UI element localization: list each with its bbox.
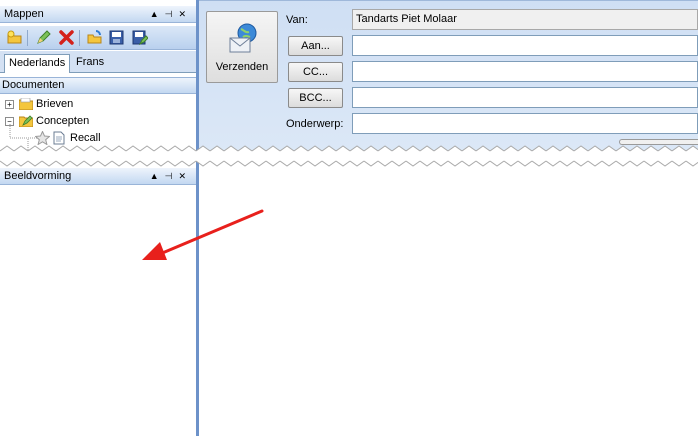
expand-icon[interactable]: + [5, 100, 14, 109]
torn-edge-separator [0, 143, 698, 169]
send-button[interactable]: Verzenden [206, 11, 278, 83]
toolbar-separator [79, 30, 80, 46]
send-button-label: Verzenden [215, 61, 269, 73]
send-mail-icon [229, 23, 257, 53]
close-icon[interactable]: ✕ [178, 9, 192, 19]
save-as-icon[interactable] [131, 29, 148, 46]
tree-item-brieven[interactable]: + Brieven [0, 96, 196, 112]
tab-nederlands[interactable]: Nederlands [4, 54, 71, 73]
tree-item-label: Concepten [36, 115, 90, 127]
language-tabs: Nederlands Frans [0, 51, 196, 73]
panel-controls[interactable]: ▲⊣✕ [150, 6, 192, 22]
mappen-panel-header: Mappen ▲⊣✕ [0, 6, 196, 23]
bcc-button[interactable]: BCC... [288, 88, 343, 108]
van-field: Tandarts Piet Molaar [352, 9, 698, 30]
pin-icon[interactable]: ⊣ [165, 171, 179, 181]
new-folder-icon[interactable] [6, 29, 23, 46]
annotation-arrow-icon [142, 209, 264, 260]
cc-input[interactable] [352, 61, 698, 82]
aan-input[interactable] [352, 35, 698, 56]
tab-frans[interactable]: Frans [72, 54, 108, 73]
panel-controls[interactable]: ▲⊣✕ [150, 168, 192, 184]
close-icon[interactable]: ✕ [178, 171, 192, 181]
beeldvorming-panel-header: Beeldvorming ▲⊣✕ [0, 168, 196, 185]
onderwerp-label: Onderwerp: [286, 118, 344, 130]
toolbar-separator [27, 30, 28, 46]
cc-button[interactable]: CC... [288, 62, 343, 82]
mappen-panel-title: Mappen [4, 8, 44, 20]
folder-toolbar [0, 26, 196, 50]
pin-icon[interactable]: ⊣ [165, 9, 179, 19]
aan-button[interactable]: Aan... [288, 36, 343, 56]
tree-header-documenten: Documenten [0, 77, 196, 94]
refresh-folder-icon[interactable] [86, 29, 103, 46]
folder-icon [19, 98, 33, 110]
edit-icon[interactable] [35, 29, 52, 46]
tree-item-label: Brieven [36, 98, 74, 110]
message-body[interactable] [199, 158, 698, 436]
save-icon[interactable] [108, 29, 125, 46]
onderwerp-input[interactable] [352, 113, 698, 134]
delete-icon[interactable] [58, 29, 75, 46]
beeldvorming-panel-title: Beeldvorming [4, 170, 72, 182]
bcc-input[interactable] [352, 87, 698, 108]
van-label: Van: [286, 14, 308, 26]
